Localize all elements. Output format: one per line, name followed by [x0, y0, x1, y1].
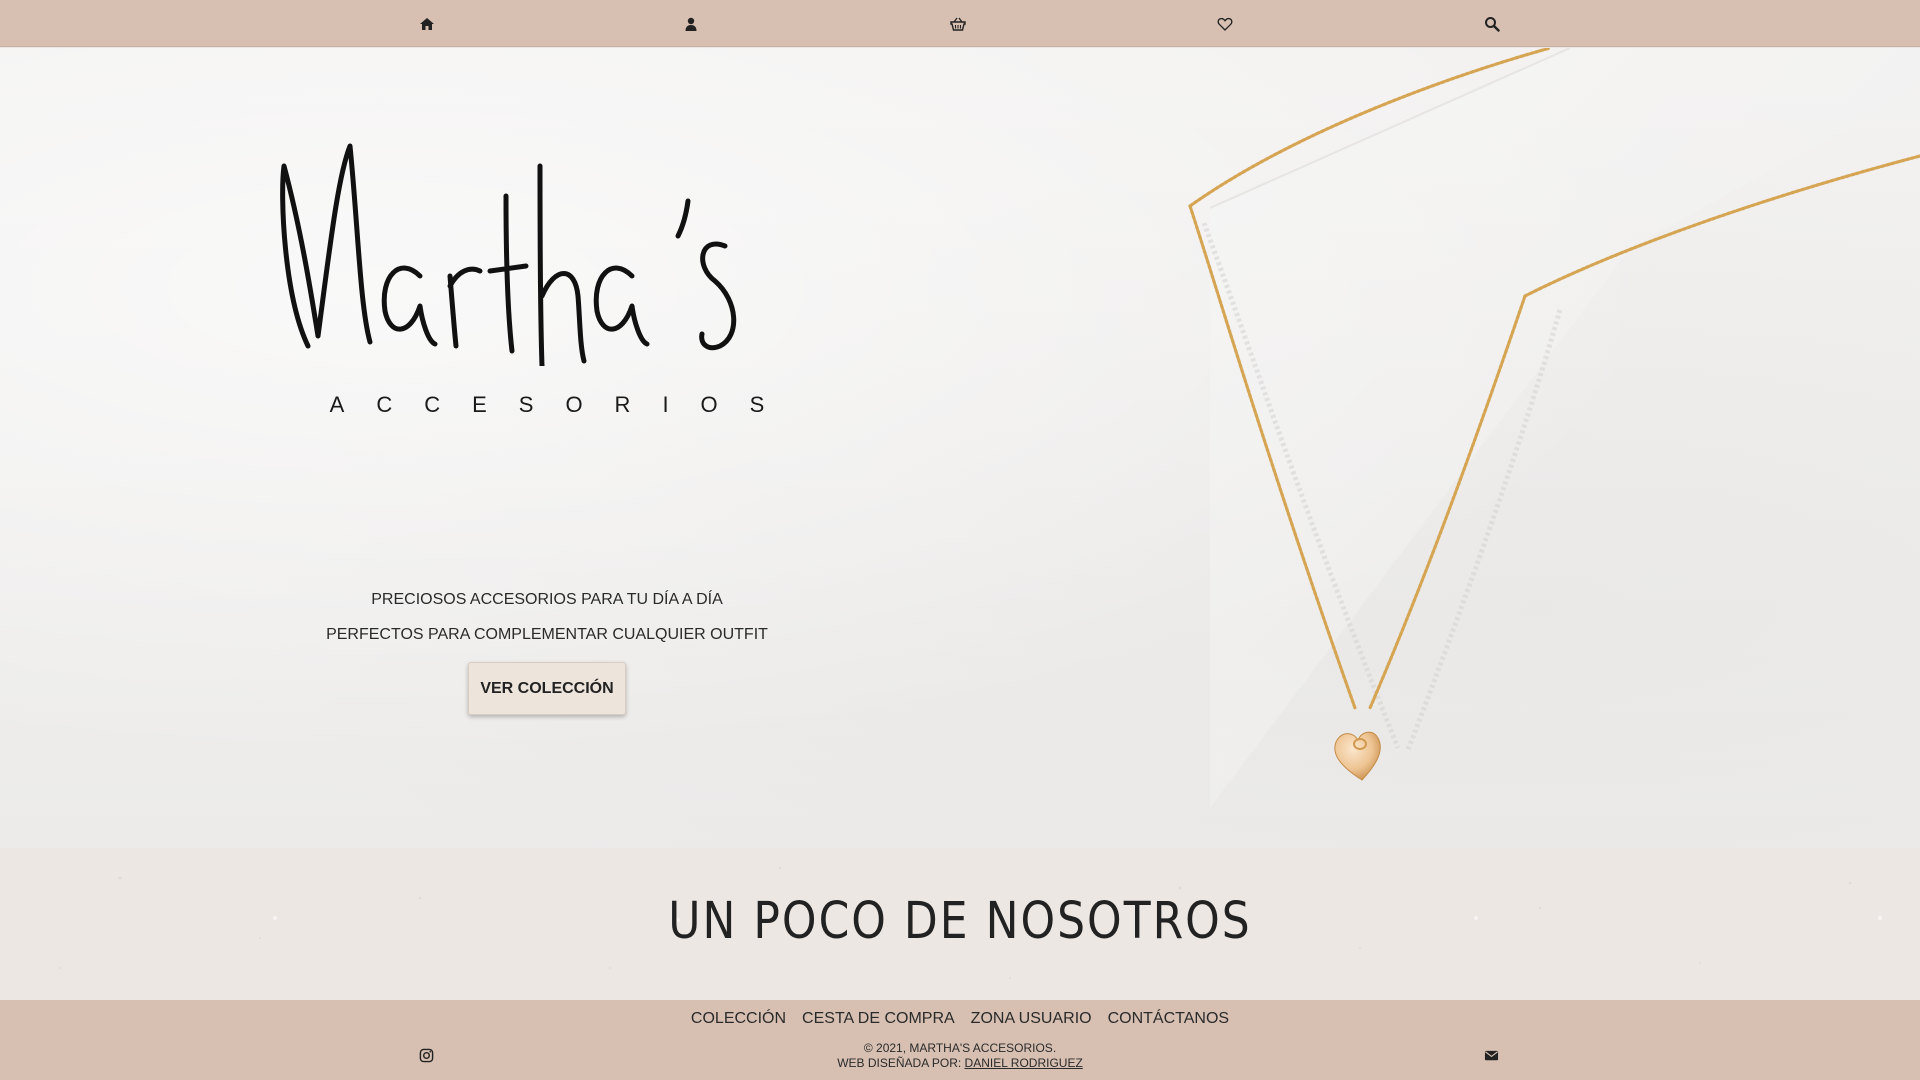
footer-link-cart[interactable]: CESTA DE COMPRA [802, 1010, 955, 1028]
search-icon[interactable] [1482, 14, 1502, 34]
brand-logo [270, 106, 770, 426]
necklace-image [1188, 48, 1920, 781]
tagline-primary: PRECIOSOS ACCESORIOS PARA TU DÍA A DÍA [371, 591, 723, 608]
home-icon[interactable] [417, 14, 437, 34]
logo-subtitle: ACCESORIOS [329, 392, 797, 417]
footer: COLECCIÓN CESTA DE COMPRA ZONA USUARIO C… [0, 1000, 1920, 1080]
logo-script [280, 143, 737, 366]
copyright-text: © 2021, MARTHA'S ACCESORIOS. [863, 1041, 1057, 1055]
user-icon[interactable] [681, 14, 701, 34]
footer-link-contact[interactable]: CONTÁCTANOS [1108, 1010, 1229, 1028]
heart-icon[interactable] [1215, 14, 1235, 34]
hero-banner: ACCESORIOS PRECIOSOS ACCESORIOS PARA TU … [0, 48, 1920, 848]
footer-link-collection[interactable]: COLECCIÓN [691, 1010, 786, 1028]
designed-by-line: WEB DISEÑADA POR: DANIEL RODRIGUEZ [0, 1056, 1920, 1071]
about-title: UN POCO DE NOSOTROS [668, 892, 1252, 951]
about-section: UN POCO DE NOSOTROS [0, 848, 1920, 1000]
designer-link[interactable]: DANIEL RODRIGUEZ [965, 1056, 1083, 1070]
view-collection-button[interactable]: VER COLECCIÓN [468, 662, 626, 715]
top-navigation [0, 0, 1920, 47]
footer-link-user-area[interactable]: ZONA USUARIO [971, 1010, 1092, 1028]
basket-icon[interactable] [948, 14, 968, 34]
copyright-block: © 2021, MARTHA'S ACCESORIOS. WEB DISEÑAD… [0, 1041, 1920, 1071]
designed-by-prefix: WEB DISEÑADA POR: [837, 1056, 965, 1070]
envelope-icon[interactable] [1482, 1046, 1500, 1064]
tagline-secondary: PERFECTOS PARA COMPLEMENTAR CUALQUIER OU… [326, 626, 768, 643]
footer-nav: COLECCIÓN CESTA DE COMPRA ZONA USUARIO C… [0, 1010, 1920, 1028]
